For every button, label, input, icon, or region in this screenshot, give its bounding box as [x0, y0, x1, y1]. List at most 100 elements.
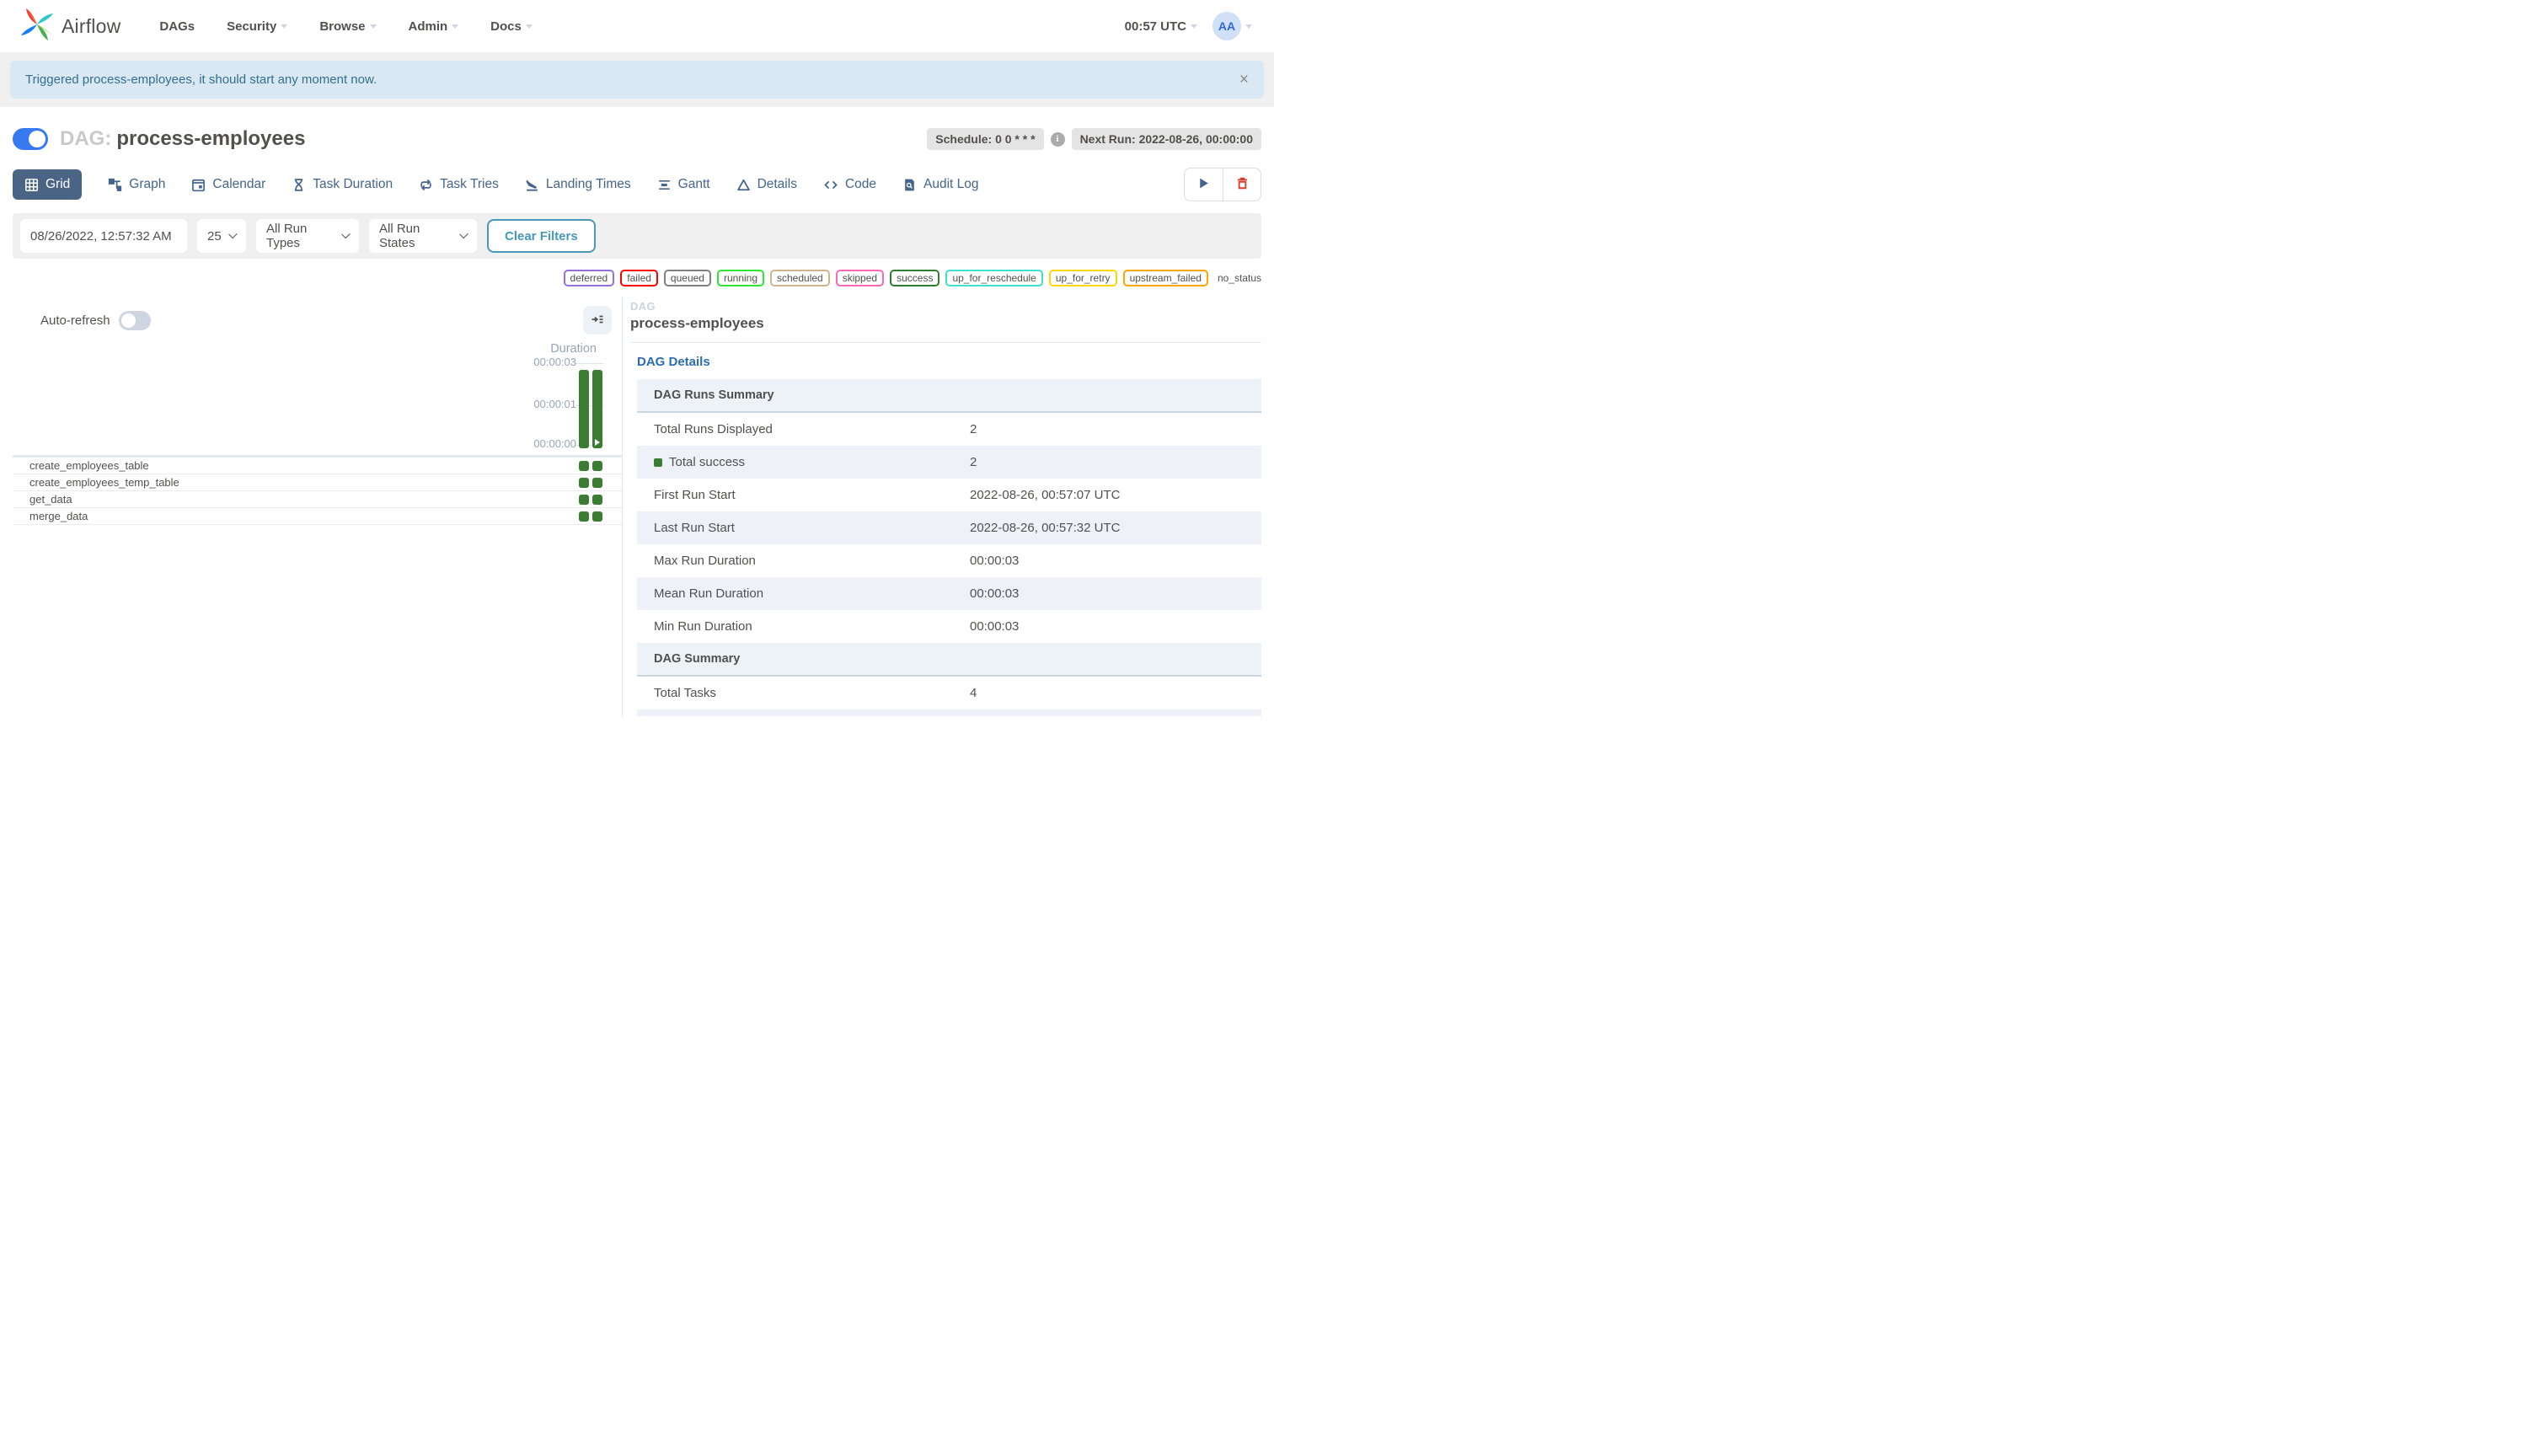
filter-bar: 25 All Run Types All Run States Clear Fi…: [13, 213, 1261, 259]
chevron-down-icon: [341, 229, 351, 239]
status-badge-up_for_reschedule[interactable]: up_for_reschedule: [945, 270, 1043, 286]
alert-strip: Triggered process-employees, it should s…: [0, 52, 1274, 107]
base-date-input[interactable]: [20, 219, 187, 253]
task-name[interactable]: get_data: [29, 493, 579, 506]
toggle-knob: [120, 313, 136, 328]
trash-icon: [1235, 176, 1250, 193]
user-menu[interactable]: AA: [1212, 12, 1252, 40]
collapse-panel-icon: [591, 313, 604, 329]
toggle-details-panel-button[interactable]: [583, 306, 612, 335]
tab-gantt[interactable]: Gantt: [657, 169, 710, 200]
details-row: Last Run Start 2022-08-26, 00:57:32 UTC: [637, 511, 1261, 544]
status-badge-running[interactable]: running: [716, 270, 764, 286]
page-size-value: 25: [207, 228, 222, 244]
tab-landing-times[interactable]: Landing Times: [525, 169, 631, 200]
chevron-down-icon: [525, 24, 533, 29]
clear-filters-button[interactable]: Clear Filters: [487, 219, 596, 253]
tab-label: Landing Times: [545, 177, 631, 191]
details-row-value: 2022-08-26, 00:57:32 UTC: [970, 521, 1121, 535]
auto-refresh-label: Auto-refresh: [40, 313, 110, 328]
details-row-label: Last Run Start: [654, 521, 735, 535]
status-no-status[interactable]: no_status: [1218, 272, 1261, 284]
main-nav: DAGs Security Browse Admin Docs: [159, 19, 533, 34]
audit-log-icon: [902, 178, 917, 192]
page-size-select[interactable]: 25: [197, 219, 246, 253]
gridline: [575, 363, 604, 364]
brand-name: Airflow: [62, 14, 121, 37]
task-instance-success[interactable]: [579, 494, 589, 505]
repeat-icon: [419, 178, 433, 192]
details-row-value: 2: [970, 455, 977, 469]
tab-calendar[interactable]: Calendar: [191, 169, 265, 200]
duration-axis-tick: 00:00:00: [13, 437, 622, 450]
tab-code[interactable]: Code: [823, 169, 876, 200]
run-states-select[interactable]: All Run States: [369, 219, 477, 253]
task-instance-success[interactable]: [579, 477, 589, 488]
dag-details-table: DAG Runs Summary Total Runs Displayed 2 Tot…: [637, 379, 1261, 716]
nav-item-dags[interactable]: DAGs: [159, 19, 195, 34]
task-instance-success[interactable]: [592, 460, 602, 471]
task-instance-success[interactable]: [592, 511, 602, 522]
nav-item-docs[interactable]: Docs: [490, 19, 533, 34]
dag-prefix: DAG:: [60, 127, 112, 150]
details-row: Total Tasks 4: [637, 677, 1261, 709]
tab-task-duration[interactable]: Task Duration: [292, 169, 393, 200]
details-row-label: Total Runs Displayed: [654, 422, 773, 436]
schedule-badge[interactable]: Schedule: 0 0 * * *: [927, 128, 1044, 150]
task-instance-success[interactable]: [592, 477, 602, 488]
status-badge-skipped[interactable]: skipped: [835, 270, 885, 286]
dag-name: process-employees: [116, 127, 306, 150]
details-row-value: 4: [970, 686, 977, 700]
task-instance-success[interactable]: [579, 460, 589, 471]
details-row: First Run Start 2022-08-26, 00:57:07 UTC: [637, 479, 1261, 511]
calendar-icon: [191, 178, 206, 192]
tab-details[interactable]: Details: [736, 169, 797, 200]
clock-label: 00:57 UTC: [1124, 19, 1186, 34]
auto-refresh-toggle[interactable]: [118, 310, 151, 330]
tab-audit-log[interactable]: Audit Log: [902, 169, 979, 200]
tab-label: Task Tries: [440, 177, 499, 191]
nav-item-browse[interactable]: Browse: [319, 19, 377, 34]
tab-grid[interactable]: Grid: [13, 169, 83, 200]
run-types-select[interactable]: All Run Types: [256, 219, 359, 253]
dag-pause-toggle[interactable]: [13, 128, 48, 150]
details-row-partial: [637, 709, 1261, 716]
duration-tick-label: 00:00:00: [533, 437, 576, 450]
details-row-label: Mean Run Duration: [654, 586, 764, 601]
trigger-dag-button[interactable]: [1184, 168, 1223, 201]
task-row: get_data: [13, 491, 622, 508]
nav-item-security[interactable]: Security: [227, 19, 288, 34]
airflow-brand[interactable]: Airflow: [20, 8, 120, 46]
nav-item-admin[interactable]: Admin: [409, 19, 459, 34]
status-badge-queued[interactable]: queued: [663, 270, 711, 286]
status-badge-success[interactable]: success: [890, 270, 940, 286]
tab-task-tries[interactable]: Task Tries: [419, 169, 499, 200]
dag-run-bar-success[interactable]: [592, 370, 602, 448]
task-instance-success[interactable]: [592, 494, 602, 505]
delete-dag-button[interactable]: [1223, 168, 1261, 201]
grid-icon: [24, 178, 39, 192]
close-icon[interactable]: ×: [1239, 72, 1249, 88]
status-badge-upstream_failed[interactable]: upstream_failed: [1122, 270, 1208, 286]
chevron-down-icon: [369, 24, 377, 29]
task-name[interactable]: create_employees_temp_table: [29, 476, 579, 489]
task-name[interactable]: merge_data: [29, 510, 579, 522]
task-instance-success[interactable]: [579, 511, 589, 522]
dag-details-tab[interactable]: DAG Details: [637, 355, 710, 369]
clock-menu[interactable]: 00:57 UTC: [1125, 19, 1197, 34]
grid-panel: Auto-refresh Duration 00:00:03 00:00:01 00…: [13, 297, 622, 716]
details-row-label: Total Tasks: [654, 686, 716, 700]
status-badge-up_for_retry[interactable]: up_for_retry: [1048, 270, 1117, 286]
status-badge-failed[interactable]: failed: [620, 270, 658, 286]
details-row-label: First Run Start: [654, 488, 736, 502]
status-badge-deferred[interactable]: deferred: [563, 270, 615, 286]
task-name[interactable]: create_employees_table: [29, 459, 579, 472]
dag-run-bar-success[interactable]: [579, 370, 589, 448]
task-instance-squares: [579, 477, 602, 488]
tab-graph[interactable]: Graph: [108, 169, 165, 200]
info-icon[interactable]: i: [1050, 131, 1065, 147]
task-row: create_employees_table: [13, 458, 622, 474]
status-badge-scheduled[interactable]: scheduled: [770, 270, 830, 286]
details-row-label: Max Run Duration: [654, 554, 756, 568]
tab-label: Graph: [129, 177, 166, 191]
